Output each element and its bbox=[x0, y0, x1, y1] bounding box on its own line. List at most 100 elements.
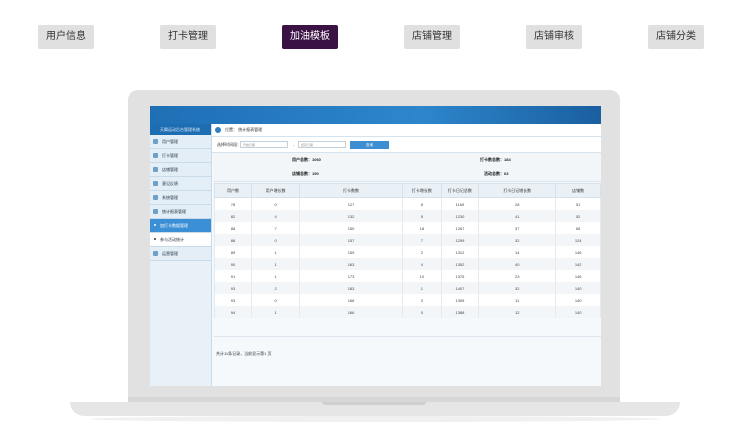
table-cell: 173 bbox=[299, 270, 403, 282]
sidebar: 天舞运动后台管理系统 用户管理 打卡管理 店铺管理 意见反馈 系统管理 统计报表… bbox=[150, 124, 212, 386]
table-cell: 3 bbox=[401, 294, 442, 306]
column-header: 打卡日记总数 bbox=[440, 183, 480, 198]
table-cell: 18 bbox=[401, 222, 442, 234]
table-cell: 89 bbox=[214, 246, 252, 258]
table-cell: 1388 bbox=[440, 306, 480, 318]
tab-user-info[interactable]: 用户信息 bbox=[38, 25, 94, 49]
table-row: 91 1 173 10 1375 23 146 bbox=[214, 270, 601, 282]
table-cell: 1169 bbox=[440, 197, 480, 210]
shop-icon bbox=[153, 167, 158, 172]
sidebar-item-checkin[interactable]: 打卡管理 bbox=[150, 149, 211, 163]
table-cell: 52 bbox=[555, 210, 601, 222]
sidebar-item-feedback[interactable]: 意见反馈 bbox=[150, 177, 211, 191]
table-row: 82 4 132 5 1230 41 52 bbox=[214, 210, 601, 222]
table-cell: 91 bbox=[214, 270, 252, 282]
start-date-input[interactable]: 开始日期 bbox=[240, 141, 288, 148]
tab-shop-review[interactable]: 店铺审核 bbox=[526, 25, 582, 49]
table-cell: 1 bbox=[250, 246, 301, 258]
sidebar-item-reports[interactable]: 统计报表管理 bbox=[150, 205, 211, 219]
table-cell: 157 bbox=[299, 234, 403, 246]
sidebar-title: 天舞运动后台管理系统 bbox=[150, 124, 211, 135]
table-cell: 78 bbox=[214, 197, 252, 210]
table-cell: 82 bbox=[214, 210, 252, 222]
table-cell: 159 bbox=[299, 246, 403, 258]
checkin-icon bbox=[153, 153, 158, 158]
table-cell: 146 bbox=[555, 246, 601, 258]
table-cell: 1267 bbox=[440, 222, 480, 234]
table-cell: 41 bbox=[478, 210, 557, 222]
table-cell: 1407 bbox=[440, 282, 480, 294]
table-cell: 93 bbox=[214, 282, 252, 294]
table-cell: 166 bbox=[299, 294, 403, 306]
table-cell: 0 bbox=[401, 306, 442, 318]
table-row: 93 2 183 1 1407 32 140 bbox=[214, 282, 601, 294]
summary-panel: 用户总数：1060 打卡数总数：184 店铺总数：190 活动总数：63 bbox=[214, 153, 601, 182]
tab-shop-category[interactable]: 店铺分类 bbox=[648, 25, 704, 49]
operations-icon bbox=[153, 251, 158, 256]
table-cell: 132 bbox=[299, 210, 403, 222]
table-row: 93 0 166 3 1395 11 140 bbox=[214, 294, 601, 306]
table-cell: 1312 bbox=[440, 246, 480, 258]
table-cell: 37 bbox=[478, 222, 557, 234]
column-header: 店铺数 bbox=[555, 183, 601, 198]
table-cell: 40 bbox=[478, 258, 557, 270]
settings-icon bbox=[153, 195, 158, 200]
total-shops: 店铺总数：190 bbox=[292, 171, 319, 176]
table-cell: 10 bbox=[401, 270, 442, 282]
laptop-screen: 天舞运动后台管理系统 用户管理 打卡管理 店铺管理 意见反馈 系统管理 统计报表… bbox=[150, 106, 601, 386]
table-cell: 163 bbox=[299, 258, 403, 270]
table-cell: 90 bbox=[214, 258, 252, 270]
table-cell: 1 bbox=[250, 306, 301, 318]
tab-checkin-management[interactable]: 打卡管理 bbox=[160, 25, 216, 49]
query-button[interactable]: 查询 bbox=[350, 141, 389, 149]
table-cell: 146 bbox=[555, 270, 601, 282]
table-cell: 5 bbox=[401, 210, 442, 222]
sidebar-item-users[interactable]: 用户管理 bbox=[150, 135, 211, 149]
table-cell: 0 bbox=[250, 197, 301, 210]
table-cell: 32 bbox=[478, 282, 557, 294]
tab-fuel-template[interactable]: 加油模板 bbox=[282, 25, 338, 49]
table-cell: 140 bbox=[555, 282, 601, 294]
table-footer-divider bbox=[214, 336, 601, 337]
table-cell: 8 bbox=[401, 197, 442, 210]
table-row: 88 0 157 7 1299 32 124 bbox=[214, 234, 601, 246]
date-separator: - bbox=[293, 142, 295, 147]
column-header: 打卡增长数 bbox=[401, 183, 442, 198]
table-cell: 1352 bbox=[440, 258, 480, 270]
laptop-shadow bbox=[90, 416, 660, 422]
pagination-info: 共计11条记录，当前显示第1 页 bbox=[216, 351, 272, 356]
home-icon[interactable] bbox=[215, 127, 221, 133]
table-cell: 65 bbox=[555, 222, 601, 234]
table-row: 94 1 166 0 1388 12 140 bbox=[214, 306, 601, 318]
bullet-icon bbox=[154, 238, 156, 240]
filter-label: 选择时间段： bbox=[217, 142, 241, 147]
column-header: 用户数 bbox=[214, 183, 252, 198]
end-date-input[interactable]: 结束日期 bbox=[298, 141, 346, 148]
table-cell: 28 bbox=[478, 197, 557, 210]
table-cell: 23 bbox=[478, 270, 557, 282]
sidebar-item-operations[interactable]: 运营管理 bbox=[150, 247, 211, 261]
table-cell: 140 bbox=[555, 294, 601, 306]
laptop-notch bbox=[322, 402, 426, 405]
table-cell: 1 bbox=[250, 258, 301, 270]
total-activities: 活动总数：63 bbox=[484, 171, 509, 176]
tab-shop-management[interactable]: 店铺管理 bbox=[404, 25, 460, 49]
table-cell: 14 bbox=[478, 246, 557, 258]
sidebar-subitem-activity-stats[interactable]: 参与活动统计 bbox=[150, 233, 211, 247]
chart-icon bbox=[153, 209, 158, 214]
total-users: 用户总数：1060 bbox=[292, 157, 321, 162]
sidebar-item-shops[interactable]: 店铺管理 bbox=[150, 163, 211, 177]
table-cell: 2 bbox=[250, 282, 301, 294]
table-cell: 7 bbox=[250, 222, 301, 234]
table-cell: 51 bbox=[555, 197, 601, 210]
table-cell: 32 bbox=[478, 234, 557, 246]
app-header-banner bbox=[150, 106, 601, 124]
column-header: 打卡日记增长数 bbox=[478, 183, 557, 198]
table-cell: 88 bbox=[214, 222, 252, 234]
table-cell: 4 bbox=[250, 210, 301, 222]
table-cell: 93 bbox=[214, 294, 252, 306]
table-row: 88 7 150 18 1267 37 65 bbox=[214, 222, 601, 234]
sidebar-item-system[interactable]: 系统管理 bbox=[150, 191, 211, 205]
main-content: 位置： 统计报表管理 选择时间段： 开始日期 - 结束日期 查询 用户总数：10… bbox=[212, 124, 601, 386]
sidebar-subitem-checkin-data[interactable]: 加打卡数据管理 bbox=[150, 219, 211, 233]
